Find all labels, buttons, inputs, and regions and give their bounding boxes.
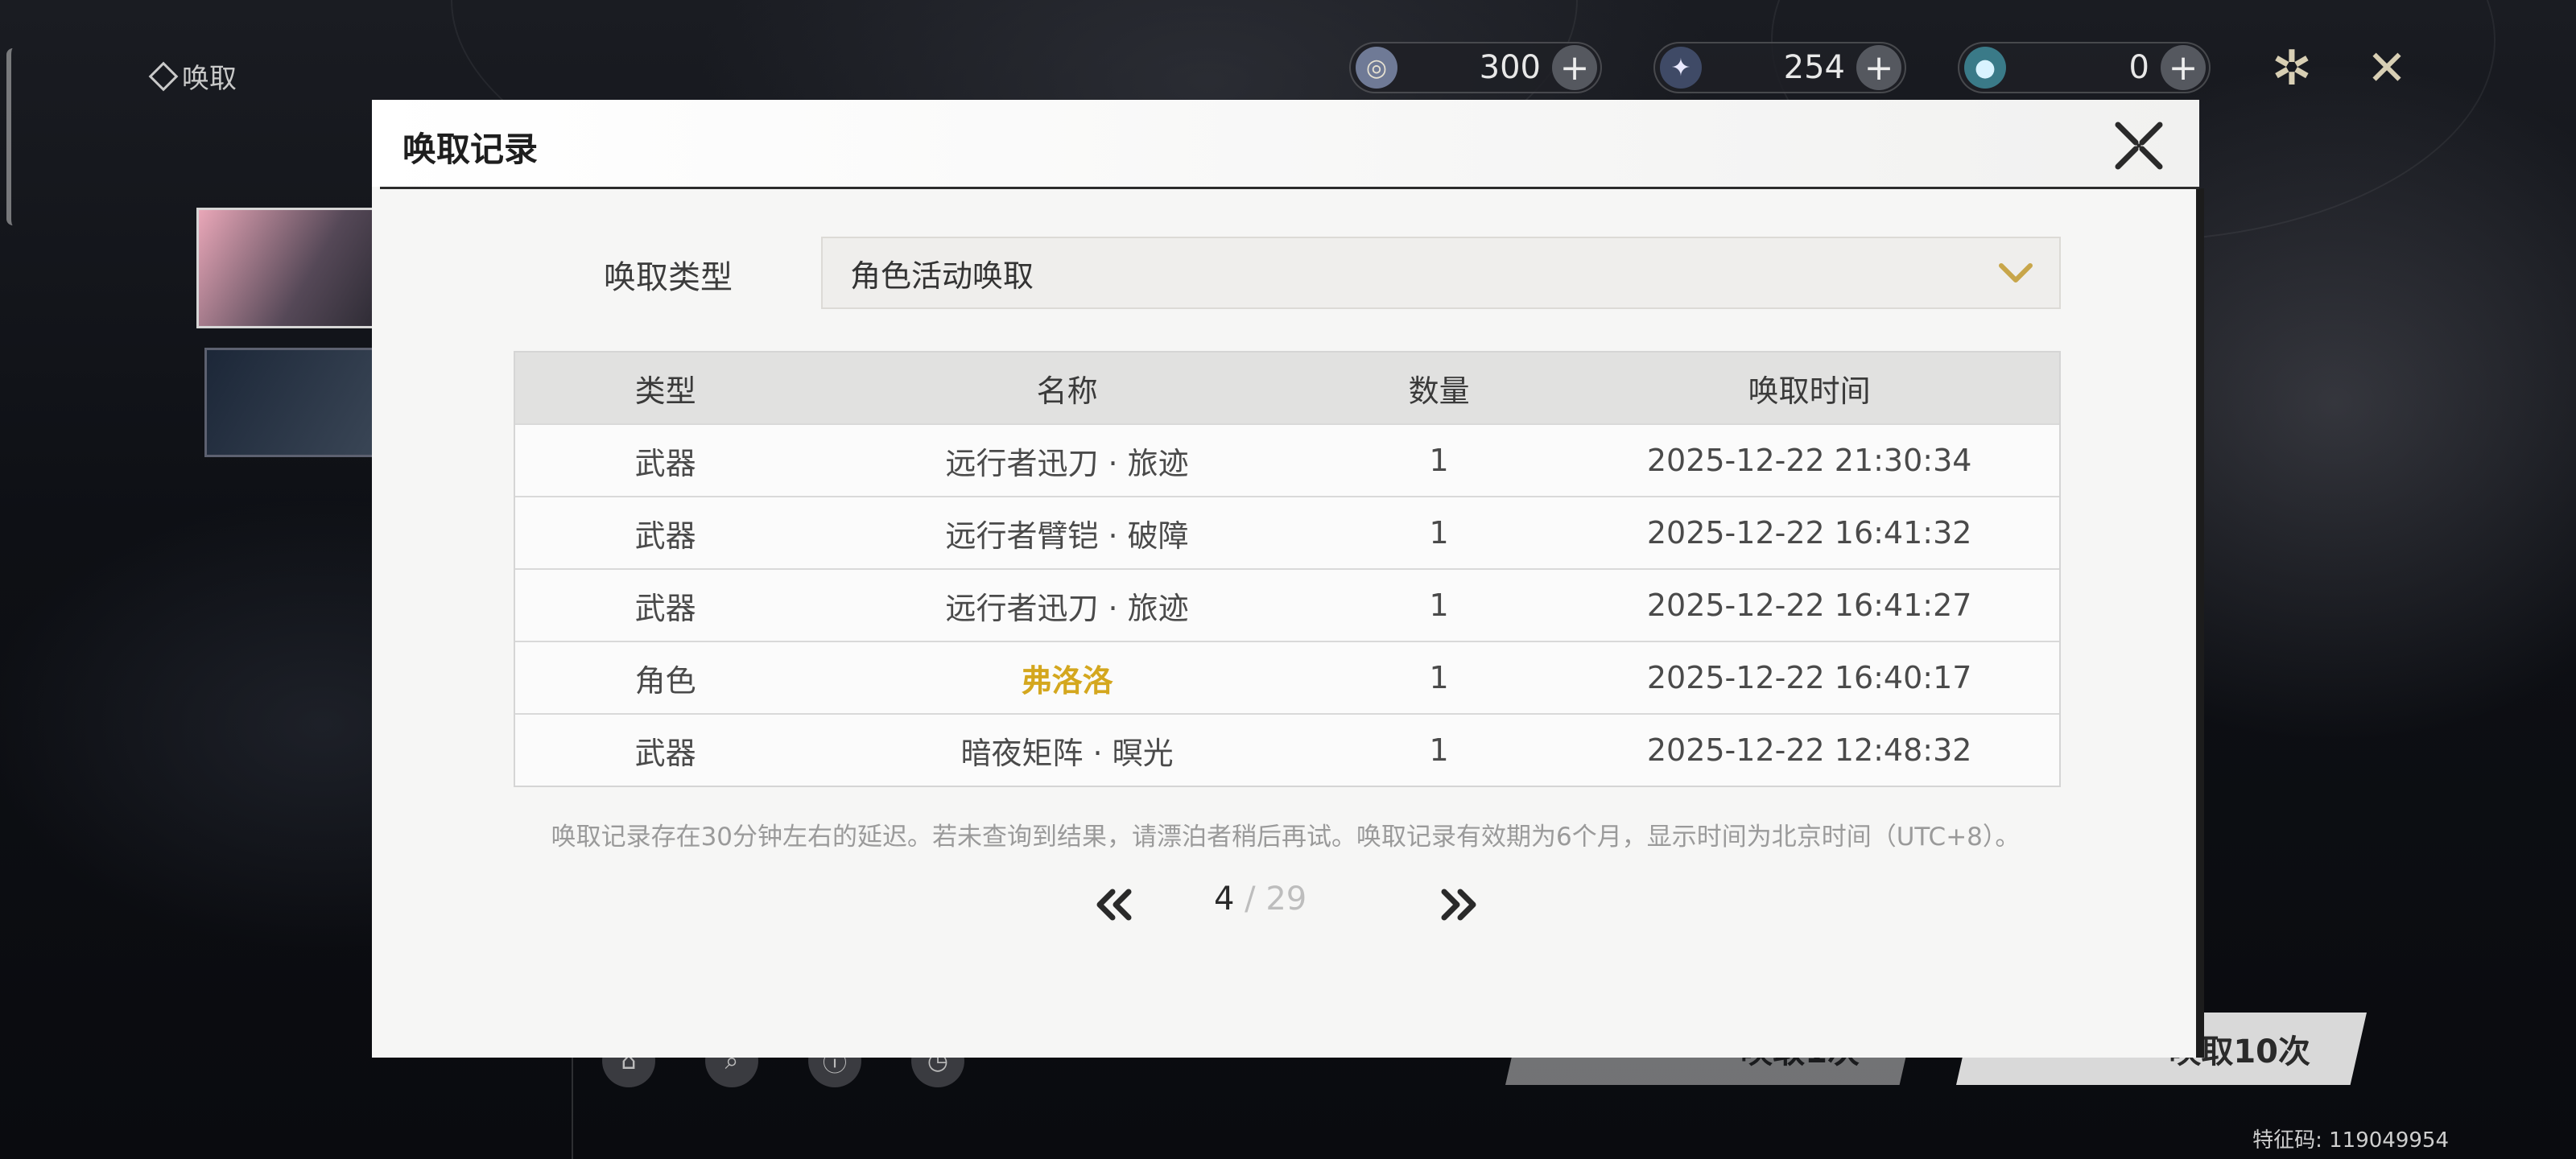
row-type: 武器 (634, 445, 696, 481)
row-time: 2025-12-22 21:30:34 (1646, 443, 1972, 478)
row-time: 2025-12-22 16:41:27 (1646, 588, 1972, 623)
convene-type-label: 唤取类型 (604, 259, 733, 296)
astrite-icon: ● (1964, 47, 2006, 89)
row-type: 角色 (634, 662, 696, 699)
back-handle[interactable] (6, 48, 13, 225)
feature-code: 特征码: 119049954 (2252, 1128, 2449, 1153)
row-quantity: 1 (1429, 515, 1449, 551)
header-divider (380, 187, 2199, 189)
close-dialog-button[interactable] (2111, 118, 2167, 174)
radiant-tide-icon: ✦ (1660, 47, 1702, 89)
banner-thumbnail-character[interactable] (196, 208, 382, 328)
diamond-icon (148, 61, 179, 91)
next-page-button[interactable] (1433, 881, 1484, 929)
banner-thumbnail-weapon[interactable] (204, 348, 382, 457)
compass-icon[interactable]: ✲ (2264, 40, 2320, 97)
close-icon (2115, 122, 2163, 170)
header-quantity: 数量 (1408, 373, 1470, 409)
chevron-down-icon (1999, 263, 2033, 283)
table-row: 武器 远行者迅刀 · 旅迹 1 2025-12-22 16:41:27 (515, 568, 2059, 641)
table-row: 武器 远行者臂铠 · 破障 1 2025-12-22 16:41:32 (515, 496, 2059, 568)
table-row: 武器 暗夜矩阵 · 暝光 1 2025-12-22 12:48:32 (515, 713, 2059, 786)
double-chevron-left-icon (1096, 889, 1132, 921)
row-time: 2025-12-22 16:41:32 (1646, 515, 1972, 551)
current-page: 4 (1214, 881, 1235, 918)
lustrous-tide-icon: ◎ (1356, 47, 1397, 89)
double-chevron-right-icon (1441, 889, 1476, 921)
add-radiant-tide-button[interactable]: + (1856, 45, 1901, 90)
previous-page-button[interactable] (1088, 881, 1140, 929)
currency-lustrous-tide: ◎ 300 + (1349, 42, 1602, 93)
dialog-header (372, 100, 2199, 187)
row-name: 远行者迅刀 · 旅迹 (945, 445, 1189, 481)
add-astrite-button[interactable]: + (2161, 45, 2206, 90)
row-name-highlight: 弗洛洛 (1021, 662, 1113, 699)
section-title: 唤取 (148, 56, 237, 96)
row-name: 远行者迅刀 · 旅迹 (945, 590, 1189, 626)
table-row: 武器 远行者迅刀 · 旅迹 1 2025-12-22 21:30:34 (515, 423, 2059, 496)
row-time: 2025-12-22 12:48:32 (1646, 732, 1972, 768)
row-quantity: 1 (1429, 588, 1449, 623)
row-time: 2025-12-22 16:40:17 (1646, 660, 1972, 695)
header-type: 类型 (634, 373, 696, 409)
table-row: 角色 弗洛洛 1 2025-12-22 16:40:17 (515, 641, 2059, 713)
currency-radiant-tide: ✦ 254 + (1653, 42, 1906, 93)
delay-notice: 唤取记录存在30分钟左右的延迟。若未查询到结果，请漂泊者稍后再试。唤取记录有效期… (551, 823, 2021, 852)
row-type: 武器 (634, 590, 696, 626)
convene-type-value: 角色活动唤取 (850, 258, 1034, 294)
add-lustrous-tide-button[interactable]: + (1552, 45, 1597, 90)
header-time: 唤取时间 (1748, 373, 1871, 409)
row-quantity: 1 (1429, 443, 1449, 478)
currency-astrite: ● 0 + (1958, 42, 2211, 93)
row-quantity: 1 (1429, 660, 1449, 695)
convene-history-dialog: 唤取记录 唤取类型 角色活动唤取 类型 名称 数量 唤取时间 武器 远行者迅刀 … (372, 100, 2204, 1058)
convene-history-table: 类型 名称 数量 唤取时间 武器 远行者迅刀 · 旅迹 1 2025-12-22… (514, 351, 2061, 787)
dialog-title: 唤取记录 (402, 130, 539, 169)
row-name: 远行者臂铠 · 破障 (945, 518, 1189, 554)
close-icon[interactable]: ✕ (2359, 40, 2415, 97)
header-name: 名称 (1036, 373, 1098, 409)
total-pages: 29 (1265, 881, 1307, 918)
row-quantity: 1 (1429, 732, 1449, 768)
row-type: 武器 (634, 518, 696, 554)
row-type: 武器 (634, 735, 696, 771)
convene-type-select[interactable]: 角色活动唤取 (821, 237, 2061, 309)
table-header-row: 类型 名称 数量 唤取时间 (515, 353, 2059, 423)
page-separator: / (1234, 881, 1266, 918)
page-indicator: 4 / 29 (1214, 881, 1307, 918)
pagination: 4 / 29 (372, 872, 2199, 937)
row-name: 暗夜矩阵 · 暝光 (960, 735, 1174, 771)
